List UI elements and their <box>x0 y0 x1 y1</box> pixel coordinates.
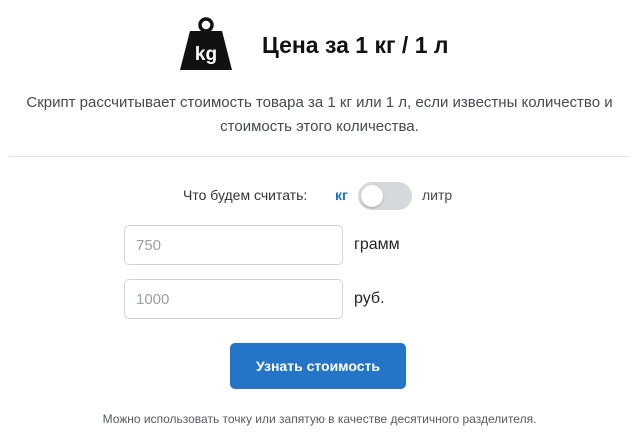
description-text: Скрипт рассчитывает стоимость товара за … <box>26 94 613 135</box>
price-unit-label: руб. <box>354 290 385 307</box>
divider <box>9 156 629 157</box>
switch-knob <box>361 185 383 207</box>
price-input[interactable] <box>124 279 343 319</box>
price-row: руб. <box>0 279 639 321</box>
toggle-litr-label[interactable]: литр <box>422 187 452 203</box>
toggle-question-label: Что будем считать: <box>183 187 308 203</box>
amount-input[interactable] <box>124 225 343 265</box>
amount-row: грамм <box>0 225 639 267</box>
footnote-text: Можно использовать точку или запятую в к… <box>102 412 537 426</box>
page: kg Цена за 1 кг / 1 л Скрипт рассчитывае… <box>0 0 639 443</box>
amount-unit-label: грамм <box>354 236 400 253</box>
weight-icon-label: kg <box>195 44 217 65</box>
page-title: Цена за 1 кг / 1 л <box>262 32 449 58</box>
toggle-kg-label[interactable]: кг <box>335 187 348 203</box>
header: kg Цена за 1 кг / 1 л <box>0 14 639 76</box>
weight-kg-icon: kg <box>180 17 232 70</box>
unit-switch[interactable] <box>358 182 412 210</box>
calculate-button[interactable]: Узнать стоимость <box>230 343 406 389</box>
unit-toggle-row: Что будем считать: кг литр <box>0 181 639 210</box>
